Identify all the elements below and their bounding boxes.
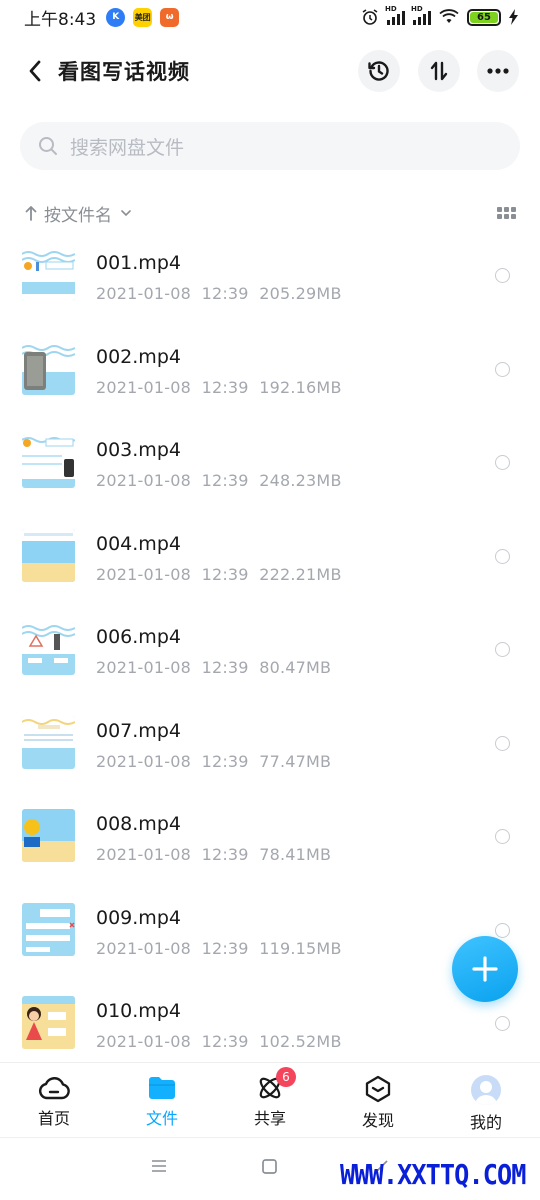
list-item[interactable]: 002.mp4 2021-01-08 12:39 192.16MB	[0, 332, 540, 426]
add-button[interactable]	[452, 936, 518, 1002]
notification-app-icon: ω	[160, 7, 180, 27]
tab-label: 文件	[145, 1109, 178, 1128]
file-name: 010.mp4	[96, 1000, 181, 1022]
select-checkbox[interactable]	[495, 829, 510, 844]
cube-icon	[365, 1075, 391, 1103]
tab-label: 我的	[469, 1113, 502, 1132]
app-k-icon: K	[106, 7, 126, 27]
header: 看图写话视频	[0, 44, 540, 98]
video-thumbnail	[22, 715, 75, 769]
video-thumbnail	[22, 622, 75, 675]
file-list: 001.mp4 2021-01-08 12:39 205.29MB 002.mp…	[0, 238, 540, 1060]
select-checkbox[interactable]	[495, 1016, 510, 1031]
file-name: 006.mp4	[96, 626, 181, 648]
file-meta: 2021-01-08 12:39 78.41MB	[96, 845, 332, 864]
tab-label: 首页	[37, 1109, 70, 1128]
file-name: 007.mp4	[96, 719, 181, 742]
search-input[interactable]: 搜索网盘文件	[20, 122, 520, 170]
notification-badge: 6	[276, 1067, 296, 1087]
select-checkbox[interactable]	[495, 642, 510, 657]
history-icon	[368, 61, 389, 81]
list-item[interactable]: 003.mp4 2021-01-08 12:39 248.23MB	[0, 425, 540, 519]
sort-bar: 按文件名	[24, 196, 516, 230]
back-arrow-icon	[29, 60, 41, 82]
file-name: 009.mp4	[96, 906, 181, 929]
user-icon	[475, 1081, 497, 1105]
file-meta: 2021-01-08 12:39 248.23MB	[96, 471, 342, 490]
tab-files[interactable]: 文件	[108, 1063, 216, 1136]
file-name: 008.mp4	[96, 813, 181, 835]
search-placeholder: 搜索网盘文件	[70, 136, 185, 159]
chevron-down-icon[interactable]	[120, 209, 132, 217]
tab-label: 共享	[253, 1109, 286, 1128]
folder-icon	[149, 1077, 175, 1099]
file-name: 002.mp4	[96, 345, 181, 368]
transfer-button[interactable]	[418, 50, 460, 92]
history-button[interactable]	[358, 50, 400, 92]
tab-discover[interactable]: 发现	[324, 1063, 432, 1136]
meituan-icon: 美团	[133, 7, 153, 27]
file-meta: 2021-01-08 12:39 222.21MB	[96, 564, 342, 584]
file-name: 003.mp4	[96, 439, 181, 461]
select-checkbox[interactable]	[495, 361, 510, 377]
signal-2-icon: HD	[411, 5, 431, 25]
alarm-icon	[362, 9, 378, 25]
file-meta: 2021-01-08 12:39 102.52MB	[96, 1032, 342, 1051]
grid-view-icon[interactable]	[497, 207, 516, 219]
select-checkbox[interactable]	[495, 268, 510, 283]
charging-icon	[509, 9, 518, 25]
tab-profile[interactable]: 我的	[432, 1063, 540, 1136]
file-name: 001.mp4	[96, 252, 181, 274]
list-item[interactable]: 001.mp4 2021-01-08 12:39 205.29MB	[0, 238, 540, 332]
watermark: WWW.XXTTQ.COM	[340, 1158, 526, 1191]
bottom-nav: 首页 文件 6 共享 发现 我的	[0, 1062, 540, 1136]
video-thumbnail	[22, 809, 75, 862]
tab-home[interactable]: 首页	[0, 1063, 108, 1136]
sort-ascending-icon	[25, 206, 37, 221]
page-title: 看图写话视频	[58, 60, 190, 84]
search-icon	[39, 137, 57, 155]
back-button[interactable]	[20, 56, 50, 86]
file-meta: 2021-01-08 12:39 119.15MB	[96, 938, 342, 958]
video-thumbnail	[22, 341, 75, 395]
list-item[interactable]: 008.mp4 2021-01-08 12:39 78.41MB	[0, 799, 540, 893]
video-thumbnail	[22, 902, 75, 956]
file-meta: 2021-01-08 12:39 77.47MB	[96, 751, 332, 771]
select-checkbox[interactable]	[495, 922, 510, 938]
cloud-icon	[38, 1077, 70, 1100]
tab-share[interactable]: 6 共享	[216, 1063, 324, 1136]
battery-icon: 65	[467, 8, 501, 26]
list-item[interactable]: 004.mp4 2021-01-08 12:39 222.21MB	[0, 519, 540, 613]
file-meta: 2021-01-08 12:39 205.29MB	[96, 284, 342, 303]
tab-label: 发现	[361, 1111, 394, 1130]
file-name: 004.mp4	[96, 532, 181, 555]
avatar	[471, 1075, 501, 1105]
list-item[interactable]: 010.mp4 2021-01-08 12:39 102.52MB	[0, 986, 540, 1060]
sort-label[interactable]: 按文件名	[44, 201, 112, 226]
battery-level: 65	[470, 11, 498, 23]
signal-icon: HD	[385, 5, 405, 25]
more-icon	[487, 68, 509, 74]
list-item[interactable]: 007.mp4 2021-01-08 12:39 77.47MB	[0, 706, 540, 800]
more-button[interactable]	[477, 50, 519, 92]
status-bar: 上午8:43 K 美团 ω HD HD 65	[0, 0, 540, 34]
video-thumbnail	[22, 996, 75, 1049]
home-icon[interactable]	[261, 1158, 278, 1175]
select-checkbox[interactable]	[495, 548, 510, 564]
video-thumbnail	[22, 248, 75, 301]
video-thumbnail	[22, 528, 75, 582]
file-meta: 2021-01-08 12:39 80.47MB	[96, 658, 332, 677]
select-checkbox[interactable]	[495, 455, 510, 470]
list-item[interactable]: 006.mp4 2021-01-08 12:39 80.47MB	[0, 612, 540, 706]
select-checkbox[interactable]	[495, 735, 510, 751]
plus-icon	[472, 956, 498, 982]
transfer-icon	[430, 61, 448, 81]
wifi-icon	[439, 9, 459, 23]
file-meta: 2021-01-08 12:39 192.16MB	[96, 377, 342, 397]
menu-icon[interactable]	[150, 1158, 168, 1174]
video-thumbnail	[22, 435, 75, 488]
status-time: 上午8:43	[24, 9, 97, 30]
